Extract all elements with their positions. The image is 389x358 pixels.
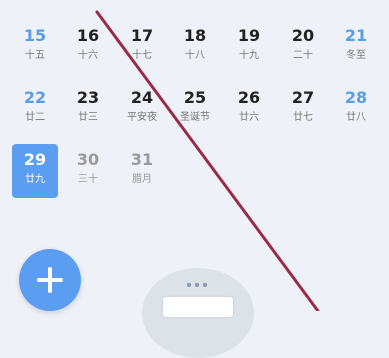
lunar-label: 十九 [239,50,259,61]
day-number: 25 [183,88,207,107]
calendar-day-24[interactable]: 24 平安夜 [119,82,165,136]
calendar-day-15[interactable]: 15 十五 [12,20,58,74]
calendar-day-29-selected[interactable]: 29 廿九 [12,144,58,198]
lunar-label: 廿七 [293,112,313,123]
lunar-label: 十六 [78,50,98,61]
calendar-day-21[interactable]: 21 冬至 [333,20,379,74]
lunar-label: 腊月 [132,174,152,185]
lunar-label: 冬至 [346,50,366,61]
calendar-day-17[interactable]: 17 十七 [119,20,165,74]
day-number: 20 [291,26,315,45]
calendar-day-19[interactable]: 19 十九 [226,20,272,74]
dock-preview-card[interactable] [163,297,233,317]
add-event-button[interactable] [19,249,81,311]
lunar-label: 十五 [25,50,45,61]
lunar-label: 廿三 [78,112,98,123]
lunar-label: 三十 [78,174,98,185]
day-number: 21 [344,26,368,45]
day-number: 23 [76,88,100,107]
lunar-label: 廿八 [346,112,366,123]
day-number: 26 [237,88,261,107]
holiday-label: 平安夜 [127,112,157,123]
calendar-day-31[interactable]: 31 腊月 [119,144,165,198]
day-number: 24 [130,88,154,107]
day-number: 16 [76,26,100,45]
day-number: 19 [237,26,261,45]
day-number: 28 [344,88,368,107]
lunar-label: 十七 [132,50,152,61]
calendar-day-26[interactable]: 26 廿六 [226,82,272,136]
calendar-day-28[interactable]: 28 廿八 [333,82,379,136]
day-number: 18 [183,26,207,45]
calendar-day-22[interactable]: 22 廿二 [12,82,58,136]
day-number: 27 [291,88,315,107]
lunar-label: 二十 [293,50,313,61]
lunar-label: 廿二 [25,112,45,123]
holiday-label: 圣诞节 [180,112,210,123]
calendar-day-16[interactable]: 16 十六 [65,20,111,74]
calendar-day-20[interactable]: 20 二十 [280,20,326,74]
calendar-day-30[interactable]: 30 三十 [65,144,111,198]
plus-icon [37,267,63,293]
calendar-day-23[interactable]: 23 廿三 [65,82,111,136]
lunar-label: 廿六 [239,112,259,123]
day-number: 15 [23,26,47,45]
day-number: 22 [23,88,47,107]
calendar-day-27[interactable]: 27 廿七 [280,82,326,136]
day-number: 17 [130,26,154,45]
calendar-day-25[interactable]: 25 圣诞节 [172,82,218,136]
day-number: 30 [76,150,100,169]
lunar-label: 廿九 [25,174,45,185]
dock-handle-dots [187,283,207,287]
calendar-day-18[interactable]: 18 十八 [172,20,218,74]
day-number: 31 [130,150,154,169]
lunar-label: 十八 [185,50,205,61]
day-number: 29 [23,150,47,169]
